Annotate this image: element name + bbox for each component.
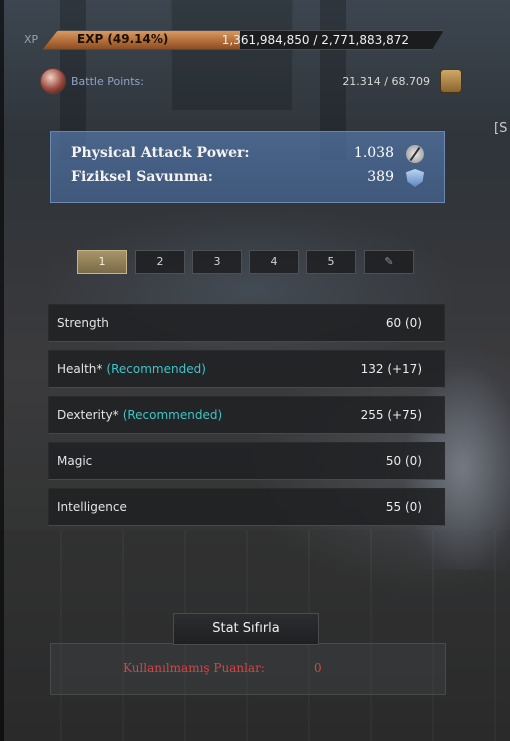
stat-name-text: Strength: [57, 316, 109, 330]
recommended-tag: (Recommended): [106, 362, 206, 376]
battle-points-label: Battle Points:: [71, 75, 144, 88]
stat-name-text: Dexterity*: [57, 408, 119, 422]
exp-values-text: 1,361,984,850 / 2,771,883,872: [221, 33, 409, 47]
reset-stats-button[interactable]: Stat Sıfırla: [173, 613, 319, 645]
defense-value: 389: [367, 169, 394, 185]
stat-name: Strength: [57, 316, 113, 330]
attack-power-value: 1.038: [353, 145, 394, 161]
skull-icon: [40, 68, 66, 94]
battle-points-value: 21.314 / 68.709: [342, 75, 430, 88]
tab-preset-5[interactable]: 5: [306, 250, 356, 274]
battle-points-row: Battle Points: 21.314 / 68.709: [40, 68, 472, 96]
attack-power-row: Physical Attack Power: 1.038: [71, 145, 424, 165]
sword-icon: [406, 145, 424, 163]
stat-name: Intelligence: [57, 500, 131, 514]
scroll-icon[interactable]: [440, 69, 462, 93]
stat-value: 60 (0): [385, 316, 422, 330]
stat-name-text: Health*: [57, 362, 103, 376]
recommended-tag: (Recommended): [122, 408, 223, 422]
stat-name: Health* (Recommended): [57, 362, 206, 376]
stat-value: 255 (+75): [360, 408, 422, 422]
tab-preset-3[interactable]: 3: [192, 250, 242, 274]
unused-points-panel: Kullanılmamış Puanlar: 0: [50, 643, 446, 695]
stat-row-strength[interactable]: Strength 60 (0): [48, 304, 445, 342]
stat-value: 50 (0): [385, 454, 422, 468]
stat-row-magic[interactable]: Magic 50 (0): [48, 442, 445, 480]
shield-icon: [406, 169, 424, 187]
stat-name: Dexterity* (Recommended): [57, 408, 222, 422]
exp-progress-bar: EXP (49.14%) 1,361,984,850 / 2,771,883,8…: [42, 30, 444, 50]
stat-value: 55 (0): [385, 500, 422, 514]
stat-name-text: Intelligence: [57, 500, 127, 514]
stat-row-dexterity[interactable]: Dexterity* (Recommended) 255 (+75): [48, 396, 445, 434]
combat-stats-panel: Physical Attack Power: 1.038 Fiziksel Sa…: [50, 131, 445, 203]
unused-points-label: Kullanılmamış Puanlar:: [123, 661, 265, 675]
exp-percent-text: EXP (49.14%): [77, 32, 169, 46]
attack-power-label: Physical Attack Power:: [71, 145, 250, 161]
feather-icon[interactable]: ✎: [364, 250, 414, 274]
defense-row: Fiziksel Savunma: 389: [71, 169, 424, 189]
tab-preset-4[interactable]: 4: [249, 250, 299, 274]
xp-label: XP: [24, 33, 39, 46]
unused-points-value: 0: [314, 661, 322, 675]
side-marker-text: [S: [494, 121, 508, 136]
stat-name-text: Magic: [57, 454, 93, 468]
stat-name: Magic: [57, 454, 96, 468]
defense-label: Fiziksel Savunma:: [71, 169, 213, 185]
stat-value: 132 (+17): [360, 362, 422, 376]
tab-preset-2[interactable]: 2: [135, 250, 185, 274]
stat-row-health[interactable]: Health* (Recommended) 132 (+17): [48, 350, 445, 388]
tab-preset-1[interactable]: 1: [77, 250, 127, 274]
stat-row-intelligence[interactable]: Intelligence 55 (0): [48, 488, 445, 526]
